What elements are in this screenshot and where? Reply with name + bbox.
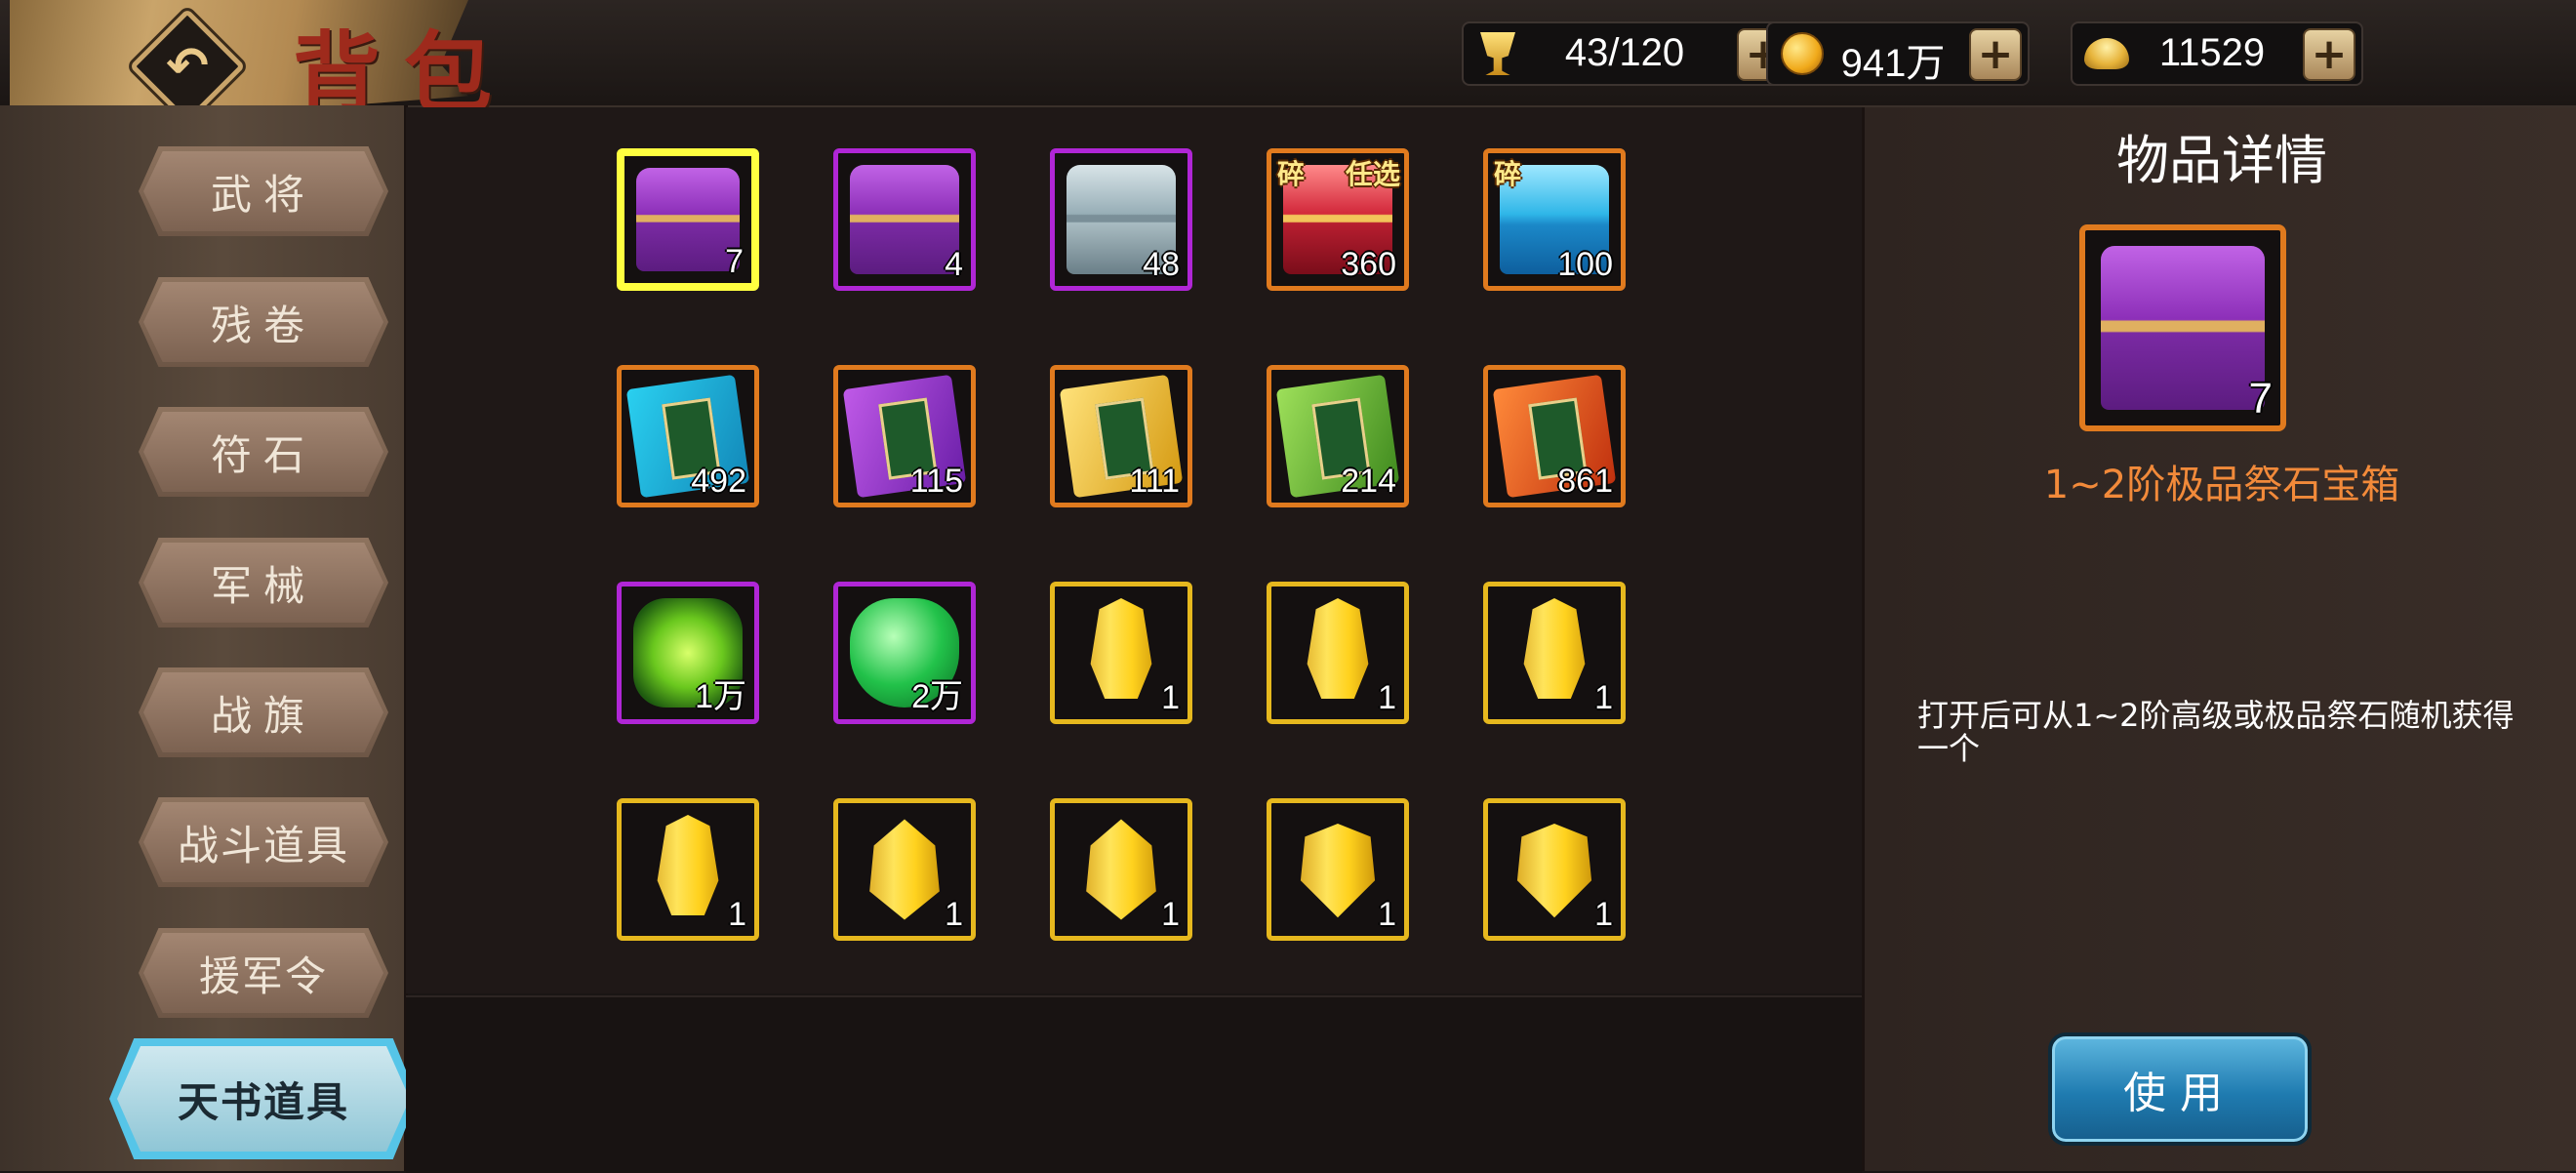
yellow-crystal-icon <box>1523 598 1586 700</box>
sidebar-item-runestones[interactable]: 符石 <box>139 407 388 497</box>
inventory-item[interactable]: 115 <box>833 365 976 507</box>
inventory-item[interactable]: 碎 任选 360 <box>1267 148 1409 291</box>
use-button[interactable]: 使用 <box>2048 1032 2312 1146</box>
item-count: 1 <box>1594 896 1613 933</box>
trophy-icon <box>1473 29 1522 78</box>
item-count: 360 <box>1341 246 1396 283</box>
resource-value: 941万 <box>1840 42 1946 85</box>
item-count: 1 <box>1161 679 1180 716</box>
resource-trophy: 43/120 + <box>1462 21 1797 86</box>
gold-coin-icon <box>1778 29 1827 78</box>
inventory-item[interactable]: 7 <box>617 148 759 291</box>
inventory-item[interactable]: 1 <box>1267 798 1409 941</box>
item-count: 115 <box>909 463 963 500</box>
detail-heading: 物品详情 <box>2116 130 2327 191</box>
fragment-tag: 碎 <box>1277 158 1306 190</box>
item-count: 48 <box>1143 246 1180 283</box>
item-count: 492 <box>691 463 746 500</box>
inventory-item[interactable]: 1万 <box>617 582 759 724</box>
resource-gold-coin: 941万 + <box>1766 21 2030 86</box>
sidebar-item-generals[interactable]: 武将 <box>139 146 388 236</box>
item-count: 214 <box>1341 463 1396 500</box>
inventory-item[interactable]: 1 <box>1483 798 1626 941</box>
item-count: 1 <box>1594 679 1613 716</box>
yellow-crystal-icon <box>1307 598 1369 700</box>
inventory-footer <box>406 995 1862 1173</box>
optional-tag: 任选 <box>1345 158 1400 190</box>
item-detail-panel: 物品详情 7 1~2阶极品祭石宝箱 打开后可从1~2阶高级或极品祭石随机获得一个… <box>1862 107 2576 1171</box>
item-count: 1 <box>1161 896 1180 933</box>
item-count: 100 <box>1557 246 1613 283</box>
inventory-item[interactable]: 1 <box>833 798 976 941</box>
inventory-item[interactable]: 4 <box>833 148 976 291</box>
yellow-crystal-icon <box>1090 598 1152 700</box>
item-count: 1 <box>1378 679 1396 716</box>
sidebar-item-fragments[interactable]: 残卷 <box>139 277 388 367</box>
yellow-shield-gem-icon <box>1516 823 1592 918</box>
item-count: 7 <box>2248 375 2273 423</box>
item-count: 1万 <box>695 678 746 715</box>
item-count: 111 <box>1129 463 1180 500</box>
item-count: 4 <box>945 246 963 283</box>
inventory-item[interactable]: 48 <box>1050 148 1192 291</box>
item-count: 1 <box>1378 896 1396 933</box>
detail-item-name: 1~2阶极品祭石宝箱 <box>2043 463 2400 507</box>
add-gold-ingot-button[interactable]: + <box>2303 28 2355 81</box>
detail-item-frame: 7 <box>2079 224 2286 431</box>
resource-value: 11529 <box>2158 31 2266 74</box>
purple-treasure-chest-icon <box>2101 246 2265 410</box>
item-count: 1 <box>945 896 963 933</box>
fragment-tag: 碎 <box>1494 158 1522 190</box>
inventory-item[interactable]: 214 <box>1267 365 1409 507</box>
gold-ingot-icon <box>2082 29 2131 78</box>
yellow-shield-gem-icon <box>1300 823 1376 918</box>
yellow-gem-icon <box>869 819 940 920</box>
inventory-item[interactable]: 2万 <box>833 582 976 724</box>
inventory-item[interactable]: 1 <box>1267 582 1409 724</box>
inventory-item[interactable]: 1 <box>1050 798 1192 941</box>
inventory-item[interactable]: 1 <box>1050 582 1192 724</box>
purple-treasure-chest-icon <box>850 165 959 274</box>
detail-item-description: 打开后可从1~2阶高级或极品祭石随机获得一个 <box>1917 697 2515 767</box>
inventory-item[interactable]: 111 <box>1050 365 1192 507</box>
page-title: 背包 <box>293 21 515 125</box>
inventory-item[interactable]: 492 <box>617 365 759 507</box>
add-gold-coin-button[interactable]: + <box>1969 28 2022 81</box>
sidebar-item-war-banners[interactable]: 战旗 <box>139 667 388 757</box>
sidebar-item-heavenly-book-items[interactable]: 天书道具 <box>109 1038 418 1159</box>
sidebar-item-armaments[interactable]: 军械 <box>139 538 388 627</box>
item-count: 1 <box>728 896 746 933</box>
inventory-item[interactable]: 1 <box>1483 582 1626 724</box>
item-count: 2万 <box>911 678 963 715</box>
yellow-gem-icon <box>1086 819 1156 920</box>
resource-gold-ingot: 11529 + <box>2071 21 2363 86</box>
item-count: 861 <box>1557 463 1613 500</box>
yellow-crystal-icon <box>657 815 719 916</box>
sidebar-item-reinforcement-orders[interactable]: 援军令 <box>139 928 388 1018</box>
inventory-item[interactable]: 碎 100 <box>1483 148 1626 291</box>
sidebar-item-battle-items[interactable]: 战斗道具 <box>139 797 388 887</box>
back-arrow-icon[interactable]: ↶ <box>146 25 228 107</box>
item-count: 7 <box>725 243 744 280</box>
resource-value: 43/120 <box>1564 31 1685 74</box>
inventory-item[interactable]: 1 <box>617 798 759 941</box>
inventory-item[interactable]: 861 <box>1483 365 1626 507</box>
